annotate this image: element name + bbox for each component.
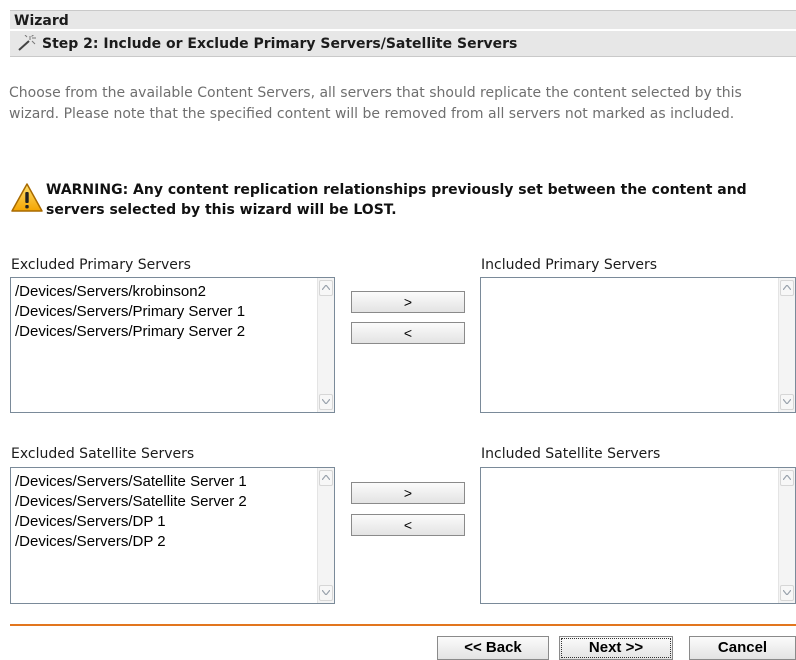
scroll-up-icon[interactable] [319,470,333,486]
warning-triangle-icon [10,182,44,214]
cancel-button[interactable]: Cancel [689,636,796,660]
list-item[interactable]: /Devices/Servers/Satellite Server 2 [15,492,247,512]
included-primary-label: Included Primary Servers [481,257,658,273]
add-primary-button[interactable]: > [351,291,465,313]
intro-text: Choose from the available Content Server… [9,85,742,122]
back-button[interactable]: << Back [437,636,549,660]
scroll-down-icon[interactable] [780,394,794,410]
excluded-satellite-items: /Devices/Servers/Satellite Server 1 /Dev… [15,472,247,552]
excluded-primary-label: Excluded Primary Servers [11,257,191,273]
included-primary-list[interactable] [480,277,796,413]
wizard-title: Wizard [14,13,69,29]
scrollbar[interactable] [778,468,795,603]
wizard-wand-icon [16,33,38,53]
list-item[interactable]: /Devices/Servers/Primary Server 2 [15,322,245,342]
warning-text: WARNING: Any content replication relatio… [46,182,747,218]
included-satellite-label: Included Satellite Servers [481,446,661,462]
remove-primary-button[interactable]: < [351,322,465,344]
scroll-down-icon[interactable] [319,585,333,601]
list-item[interactable]: /Devices/Servers/DP 1 [15,512,247,532]
list-item[interactable]: /Devices/Servers/Primary Server 1 [15,302,245,322]
excluded-satellite-label: Excluded Satellite Servers [11,446,195,462]
excluded-satellite-list[interactable]: /Devices/Servers/Satellite Server 1 /Dev… [10,467,335,604]
add-satellite-button[interactable]: > [351,482,465,504]
list-item[interactable]: /Devices/Servers/Satellite Server 1 [15,472,247,492]
list-item[interactable]: /Devices/Servers/krobinson2 [15,282,245,302]
next-button[interactable]: Next >> [559,636,673,660]
remove-satellite-button[interactable]: < [351,514,465,536]
scroll-down-icon[interactable] [780,585,794,601]
step-header: Step 2: Include or Exclude Primary Serve… [10,31,796,57]
scroll-up-icon[interactable] [319,280,333,296]
scroll-up-icon[interactable] [780,280,794,296]
excluded-primary-items: /Devices/Servers/krobinson2 /Devices/Ser… [15,282,245,342]
included-satellite-list[interactable] [480,467,796,604]
excluded-primary-list[interactable]: /Devices/Servers/krobinson2 /Devices/Ser… [10,277,335,413]
scroll-up-icon[interactable] [780,470,794,486]
step-title: Step 2: Include or Exclude Primary Serve… [42,35,518,52]
footer-divider [10,624,796,626]
wizard-header: Wizard [10,10,796,30]
scroll-down-icon[interactable] [319,394,333,410]
scrollbar[interactable] [317,468,334,603]
list-item[interactable]: /Devices/Servers/DP 2 [15,532,247,552]
scrollbar[interactable] [778,278,795,412]
scrollbar[interactable] [317,278,334,412]
